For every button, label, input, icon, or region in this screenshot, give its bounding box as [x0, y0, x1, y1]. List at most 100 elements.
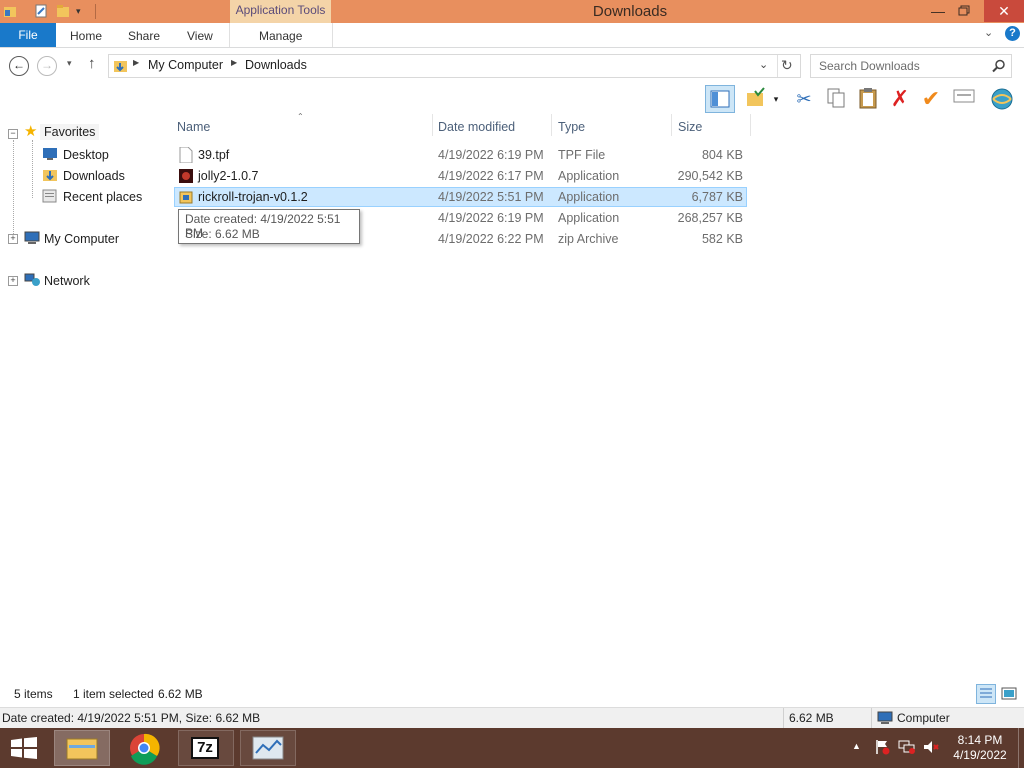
dropdown-arrow-icon[interactable]: ▾ — [770, 87, 782, 111]
nav-my-computer[interactable]: My Computer — [44, 232, 119, 246]
file-row-selected[interactable]: rickroll-trojan-v0.1.2 4/19/2022 5:51 PM… — [174, 187, 747, 207]
file-name: jolly2-1.0.7 — [198, 169, 259, 183]
network-status-icon[interactable] — [898, 739, 916, 758]
column-type[interactable]: Type — [558, 120, 585, 134]
explorer-icon[interactable] — [3, 4, 17, 18]
file-type: TPF File — [558, 148, 606, 162]
copy-icon[interactable] — [824, 87, 848, 111]
breadcrumb-downloads[interactable]: Downloads — [245, 58, 307, 72]
up-button[interactable]: ↑ — [88, 55, 96, 72]
file-row[interactable]: jolly2-1.0.7 4/19/2022 6:17 PM Applicati… — [174, 166, 747, 186]
file-type: Application — [558, 211, 620, 225]
action-center-flag-icon[interactable] — [874, 739, 890, 758]
file-size: 6,787 KB — [691, 190, 743, 204]
tab-view[interactable]: View — [187, 23, 213, 47]
column-name[interactable]: Name — [177, 120, 210, 134]
taskbar-7zip[interactable]: 7z — [178, 730, 234, 766]
clock-date: 4/19/2022 — [953, 748, 1007, 762]
breadcrumb-chevron-icon[interactable]: ▶ — [133, 58, 139, 67]
details-bar: Date created: 4/19/2022 5:51 PM, Size: 6… — [0, 707, 1024, 729]
network-icon — [24, 273, 40, 287]
column-size[interactable]: Size — [678, 120, 702, 134]
select-folder-icon[interactable] — [744, 87, 768, 111]
file-size: 268,257 KB — [677, 211, 743, 225]
maximize-button[interactable] — [950, 0, 978, 22]
properties-toolbar-icon[interactable] — [952, 87, 976, 111]
paste-icon[interactable] — [856, 87, 880, 111]
start-button[interactable] — [10, 737, 38, 762]
taskbar-resource-monitor[interactable] — [240, 730, 296, 766]
recent-places-icon — [42, 189, 58, 203]
file-row[interactable]: 39.tpf 4/19/2022 6:19 PM TPF File 804 KB — [174, 145, 747, 165]
title-bar: ▾ Application Tools Downloads — ✕ — [0, 0, 1024, 23]
delete-icon[interactable]: ✗ — [888, 87, 912, 111]
jolly-app-icon — [179, 169, 193, 183]
nav-network[interactable]: Network — [44, 274, 90, 288]
desktop-icon — [42, 147, 58, 161]
tab-home[interactable]: Home — [70, 23, 102, 47]
file-name: rickroll-trojan-v0.1.2 — [198, 190, 308, 204]
rename-check-icon[interactable]: ✔ — [919, 87, 943, 111]
show-hidden-icons[interactable]: ▲ — [852, 741, 861, 751]
downloads-folder-icon — [114, 61, 127, 72]
file-size: 290,542 KB — [677, 169, 743, 183]
installer-app-icon — [179, 191, 193, 204]
globe-icon[interactable] — [990, 87, 1014, 111]
nav-downloads[interactable]: Downloads — [63, 169, 125, 183]
nav-favorites[interactable]: Favorites — [40, 124, 100, 140]
file-date: 4/19/2022 6:17 PM — [438, 169, 544, 183]
cut-icon[interactable]: ✂ — [792, 87, 816, 111]
file-date: 4/19/2022 6:22 PM — [438, 232, 544, 246]
forward-button[interactable]: → — [37, 56, 57, 76]
taskbar-chrome[interactable] — [116, 730, 172, 766]
address-bar[interactable]: ▶ My Computer ▶ Downloads ⌄ ↻ — [108, 54, 801, 78]
expand-my-computer-icon[interactable]: + — [8, 234, 18, 244]
breadcrumb-my-computer[interactable]: My Computer — [148, 58, 223, 72]
address-row: ← → ▾ ↑ ▶ My Computer ▶ Downloads ⌄ ↻ Se… — [0, 48, 1024, 82]
back-button[interactable]: ← — [9, 56, 29, 76]
details-view-button[interactable] — [976, 684, 996, 704]
file-size: 582 KB — [701, 232, 743, 246]
address-dropdown-icon[interactable]: ⌄ — [759, 58, 768, 71]
file-date: 4/19/2022 6:19 PM — [438, 148, 544, 162]
expand-network-icon[interactable]: + — [8, 276, 18, 286]
file-date: 4/19/2022 5:51 PM — [438, 190, 544, 204]
computer-icon — [24, 231, 40, 245]
show-desktop-button[interactable] — [1018, 728, 1024, 768]
tab-file[interactable]: File — [0, 23, 56, 47]
help-icon[interactable]: ? — [1005, 26, 1020, 41]
system-clock[interactable]: 8:14 PM 4/19/2022 — [945, 733, 1015, 763]
command-toolbar: ▾ ✂ ✗ ✔ — [0, 82, 1024, 116]
clock-time: 8:14 PM — [957, 733, 1003, 747]
volume-muted-icon[interactable] — [922, 739, 940, 758]
close-button[interactable]: ✕ — [984, 0, 1024, 22]
column-date-modified[interactable]: Date modified — [438, 120, 515, 134]
nav-desktop[interactable]: Desktop — [63, 148, 109, 162]
nav-recent-places[interactable]: Recent places — [63, 190, 142, 204]
file-type: Application — [558, 169, 620, 183]
downloads-icon — [42, 168, 58, 182]
new-folder-icon[interactable] — [56, 4, 70, 18]
properties-icon[interactable] — [34, 4, 48, 18]
selection-count: 1 item selected — [73, 687, 154, 701]
search-input[interactable]: Search Downloads — [810, 54, 1012, 78]
large-icons-view-button[interactable] — [1000, 685, 1018, 706]
refresh-icon[interactable]: ↻ — [781, 57, 793, 74]
search-icon[interactable] — [992, 59, 1006, 73]
tab-share[interactable]: Share — [128, 23, 160, 47]
file-type: Application — [558, 190, 620, 204]
taskbar: 7z ▲ 8:14 PM 4/19/2022 — [0, 728, 1024, 768]
preview-pane-button[interactable] — [705, 85, 735, 113]
breadcrumb-chevron-icon[interactable]: ▶ — [231, 58, 237, 67]
collapse-favorites-icon[interactable]: − — [8, 129, 18, 139]
minimize-button[interactable]: — — [924, 0, 952, 22]
tpf-file-icon — [179, 147, 193, 163]
file-date: 4/19/2022 6:19 PM — [438, 211, 544, 225]
customize-qat-icon[interactable]: ▾ — [76, 4, 90, 18]
window-title: Downloads — [592, 3, 668, 20]
tab-manage[interactable]: Manage — [259, 23, 302, 47]
expand-ribbon-icon[interactable]: ⌄ — [984, 26, 993, 39]
recent-locations-icon[interactable]: ▾ — [67, 58, 72, 69]
taskbar-file-explorer[interactable] — [54, 730, 110, 766]
navigation-pane: − ★ Favorites Desktop Downloads Recent p… — [0, 118, 156, 678]
